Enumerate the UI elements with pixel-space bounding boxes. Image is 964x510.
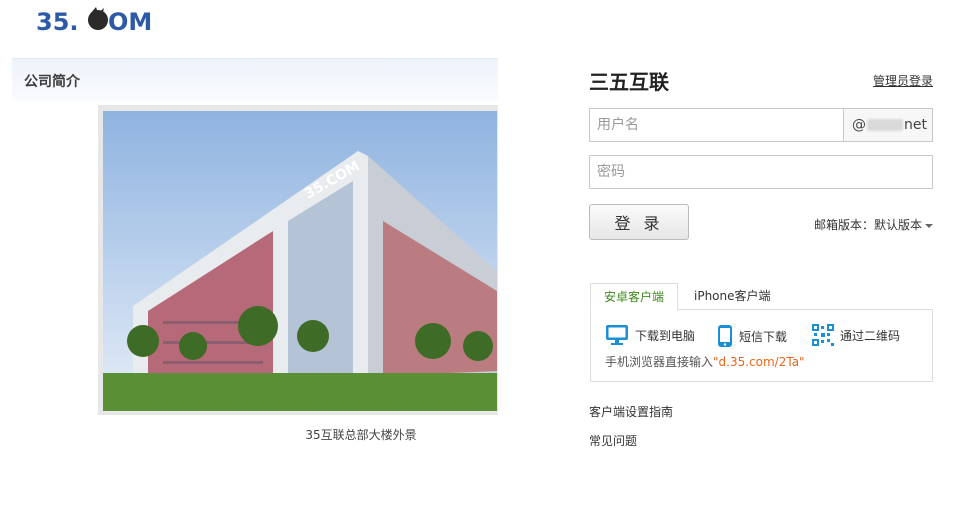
browser-hint-text: 手机浏览器直接输入 bbox=[605, 355, 714, 369]
domain-tld: net bbox=[904, 117, 927, 133]
faq-link[interactable]: 常见问题 bbox=[589, 432, 637, 449]
svg-text:35.: 35. bbox=[36, 8, 79, 35]
password-input[interactable] bbox=[590, 156, 924, 188]
version-label: 邮箱版本：默认版本 bbox=[813, 218, 922, 232]
caret-down-icon bbox=[925, 223, 933, 228]
client-download-panel: 下载到电脑 短信下载 通过二维码 手机浏览器直接输入"d.35.com/2Ta" bbox=[590, 309, 933, 382]
brand-title: 三五互联 bbox=[589, 70, 669, 94]
sms-download[interactable]: 短信下载 bbox=[717, 324, 787, 348]
headquarters-photo: 35.COM bbox=[98, 105, 498, 415]
download-to-pc[interactable]: 下载到电脑 bbox=[605, 324, 695, 346]
download-to-pc-label: 下载到电脑 bbox=[635, 328, 696, 343]
phone-icon bbox=[718, 325, 732, 347]
tab-android[interactable]: 安卓客户端 bbox=[590, 283, 679, 311]
logo-mark: 35. OM bbox=[36, 7, 152, 35]
short-url: "d.35.com/2Ta" bbox=[713, 355, 805, 369]
qrcode-download-label: 通过二维码 bbox=[840, 328, 901, 343]
sms-download-label: 短信下载 bbox=[739, 329, 788, 344]
building-image: 35.COM bbox=[103, 111, 497, 411]
company-intro-header: 公司简介 bbox=[12, 58, 498, 101]
domain-at: @ bbox=[852, 117, 866, 133]
username-field: @ net bbox=[589, 108, 933, 142]
client-setup-guide-link[interactable]: 客户端设置指南 bbox=[589, 403, 673, 420]
svg-text:OM: OM bbox=[108, 8, 152, 35]
domain-suffix: @ net bbox=[843, 109, 932, 141]
password-field bbox=[589, 155, 933, 189]
browser-hint: 手机浏览器直接输入"d.35.com/2Ta" bbox=[605, 353, 805, 370]
admin-login-link[interactable]: 管理员登录 bbox=[873, 72, 933, 89]
username-input[interactable] bbox=[590, 109, 854, 141]
monitor-icon bbox=[606, 325, 628, 345]
tab-iphone[interactable]: iPhone客户端 bbox=[681, 283, 784, 309]
qrcode-download[interactable]: 通过二维码 bbox=[812, 324, 900, 346]
qrcode-icon bbox=[812, 324, 834, 346]
company-intro-title: 公司简介 bbox=[24, 74, 80, 90]
domain-redacted bbox=[867, 119, 903, 131]
company-logo: 35. OM bbox=[36, 4, 154, 36]
version-selector[interactable]: 邮箱版本：默认版本 bbox=[814, 216, 933, 233]
photo-caption: 35互联总部大楼外景 bbox=[305, 428, 417, 442]
login-button[interactable]: 登 录 bbox=[589, 204, 689, 240]
